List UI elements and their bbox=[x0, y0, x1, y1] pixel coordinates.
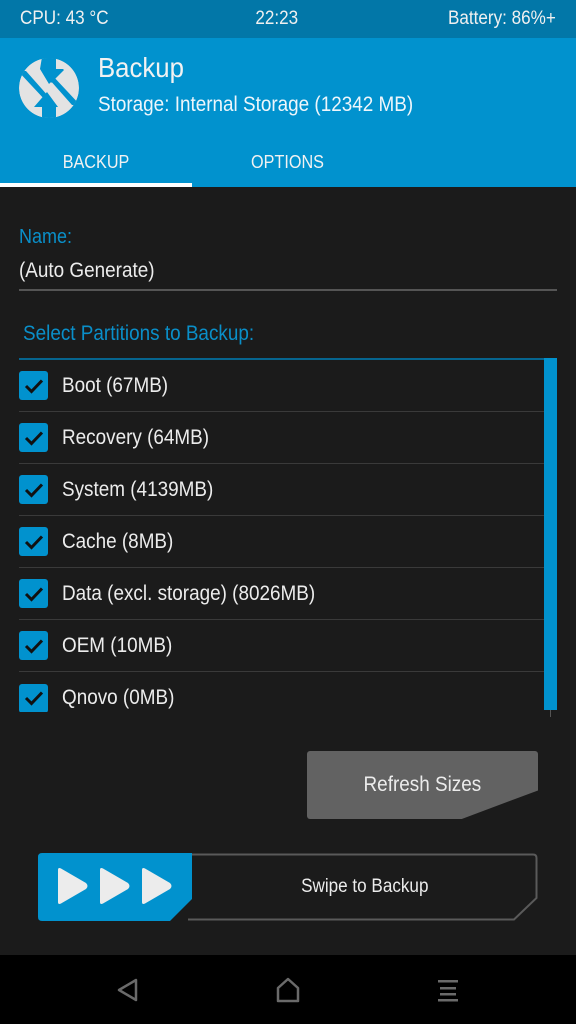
partition-row-qnovo[interactable]: Qnovo (0MB) bbox=[19, 672, 544, 712]
partition-label: Qnovo (0MB) bbox=[62, 686, 175, 709]
swipe-label: Swipe to Backup bbox=[301, 876, 429, 897]
checkbox-checked-icon[interactable] bbox=[19, 683, 48, 712]
backup-name-input[interactable]: (Auto Generate) bbox=[19, 259, 155, 283]
refresh-sizes-label: Refresh Sizes bbox=[363, 773, 482, 796]
partition-label: Cache (8MB) bbox=[62, 529, 174, 553]
partition-label: OEM (10MB) bbox=[62, 633, 173, 657]
tab-backup-label: BACKUP bbox=[62, 152, 130, 172]
cpu-temperature: CPU: 43 °C bbox=[20, 8, 109, 29]
home-button[interactable] bbox=[268, 973, 308, 1007]
partition-row-cache[interactable]: Cache (8MB) bbox=[19, 516, 544, 568]
partition-label: Boot (67MB) bbox=[62, 373, 169, 397]
refresh-sizes-button[interactable]: Refresh Sizes bbox=[307, 751, 538, 819]
partition-row-boot[interactable]: Boot (67MB) bbox=[19, 360, 544, 412]
tab-options[interactable]: OPTIONS bbox=[192, 150, 384, 187]
clock: 22:23 bbox=[255, 8, 299, 29]
partition-list[interactable]: Boot (67MB) Recovery (64MB) System (4139… bbox=[19, 360, 544, 712]
partitions-label: Select Partitions to Backup: bbox=[23, 322, 255, 345]
battery-status: Battery: 86%+ bbox=[448, 8, 556, 29]
navigation-bar bbox=[0, 955, 576, 1024]
name-label: Name: bbox=[19, 226, 73, 248]
checkbox-checked-icon[interactable] bbox=[19, 631, 48, 660]
partition-label: System (4139MB) bbox=[62, 477, 214, 501]
back-triangle-icon bbox=[117, 978, 138, 1002]
checkbox-checked-icon[interactable] bbox=[19, 371, 48, 400]
list-scrollbar[interactable] bbox=[544, 358, 557, 710]
page-title: Backup bbox=[98, 52, 184, 83]
partition-row-data[interactable]: Data (excl. storage) (8026MB) bbox=[19, 568, 544, 620]
partition-row-system[interactable]: System (4139MB) bbox=[19, 464, 544, 516]
partition-label: Data (excl. storage) (8026MB) bbox=[62, 581, 316, 605]
status-bar: CPU: 43 °C 22:23 Battery: 86%+ bbox=[0, 0, 576, 38]
back-button[interactable] bbox=[108, 973, 148, 1007]
name-underline bbox=[19, 289, 557, 291]
swipe-handle[interactable] bbox=[38, 853, 192, 921]
twrp-logo-icon bbox=[19, 58, 79, 118]
partition-label: Recovery (64MB) bbox=[62, 425, 210, 449]
tab-backup[interactable]: BACKUP bbox=[0, 150, 192, 187]
checkbox-checked-icon[interactable] bbox=[19, 423, 48, 452]
home-icon bbox=[276, 977, 300, 1003]
storage-subtitle[interactable]: Storage: Internal Storage (12342 MB) bbox=[98, 93, 413, 117]
menu-icon bbox=[438, 980, 458, 1002]
tab-options-label: OPTIONS bbox=[251, 152, 325, 172]
checkbox-checked-icon[interactable] bbox=[19, 527, 48, 556]
partition-row-recovery[interactable]: Recovery (64MB) bbox=[19, 412, 544, 464]
partition-row-oem[interactable]: OEM (10MB) bbox=[19, 620, 544, 672]
checkbox-checked-icon[interactable] bbox=[19, 475, 48, 504]
checkbox-checked-icon[interactable] bbox=[19, 579, 48, 608]
menu-button[interactable] bbox=[428, 973, 468, 1007]
swipe-label-container: Swipe to Backup bbox=[192, 853, 538, 921]
header: Backup Storage: Internal Storage (12342 … bbox=[0, 38, 576, 187]
scrollbar-end-mark bbox=[550, 710, 551, 717]
swipe-to-backup-slider[interactable]: Swipe to Backup bbox=[38, 853, 538, 921]
